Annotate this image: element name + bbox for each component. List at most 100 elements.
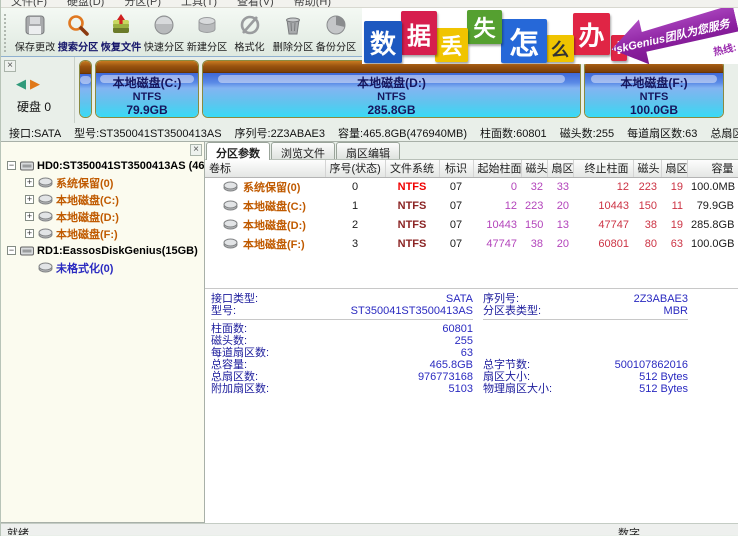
partition-block[interactable] bbox=[79, 60, 92, 118]
tree-expander[interactable]: − bbox=[7, 246, 16, 255]
recover-files-button[interactable]: 恢复文件 bbox=[99, 10, 142, 55]
table-cell: 20 bbox=[556, 199, 569, 212]
quick-partition-button[interactable]: 快速分区 bbox=[142, 10, 185, 55]
column-header[interactable]: 磁头 bbox=[521, 160, 548, 178]
prev-disk-arrow[interactable]: ◀ bbox=[16, 76, 30, 91]
details-label: 扇区大小: bbox=[483, 371, 531, 383]
banner-tile: 办 bbox=[573, 13, 610, 55]
tree-expander[interactable]: + bbox=[25, 212, 34, 221]
column-header[interactable]: 扇区 bbox=[661, 160, 688, 178]
tree-item[interactable]: + 本地磁盘(D:) bbox=[1, 208, 204, 225]
details-value: MBR bbox=[663, 305, 688, 317]
column-header[interactable]: 序号(状态) bbox=[325, 160, 386, 178]
menu-bar: 文件(F) 硬盘(D) 分区(P) 工具(T) 查看(V) 帮助(H) bbox=[1, 0, 738, 8]
column-header[interactable]: 扇区 bbox=[547, 160, 574, 178]
tree-expander[interactable]: + bbox=[25, 178, 34, 187]
tree-item[interactable]: − RD1:EassosDiskGenius(15GB) bbox=[1, 242, 204, 259]
menu-item[interactable]: 查看(V) bbox=[237, 0, 274, 7]
details-label: 磁头数: bbox=[211, 335, 248, 347]
table-row[interactable]: 本地磁盘(C:) 1 NTFS 07 12 223 20 10443 150 11 79.9GB bbox=[205, 196, 738, 215]
new-partition-label: 新建分区 bbox=[186, 42, 227, 54]
disk-info-segment: 每道扇区数:63 bbox=[627, 128, 698, 140]
partition-size: 285.8GB bbox=[367, 103, 416, 117]
column-header[interactable]: 磁头 bbox=[633, 160, 662, 178]
details-label: 分区表类型: bbox=[483, 305, 542, 317]
volume-label: 本地磁盘(F:) bbox=[243, 238, 305, 251]
tab-3[interactable]: 扇区编辑 bbox=[336, 142, 400, 160]
partition-block-top bbox=[96, 61, 198, 73]
search-partition-button[interactable]: 搜索分区 bbox=[56, 10, 99, 55]
column-header[interactable]: 文件系统 bbox=[385, 160, 440, 178]
disk-info-segment: 接口:SATA bbox=[9, 128, 62, 140]
tree-expander[interactable]: + bbox=[25, 195, 34, 204]
tree-item[interactable]: 未格式化(0) bbox=[1, 259, 204, 276]
details-value: 63 bbox=[460, 347, 473, 359]
tree-item[interactable]: + 本地磁盘(F:) bbox=[1, 225, 204, 242]
diskgenius-window: 文件(F) 硬盘(D) 分区(P) 工具(T) 查看(V) 帮助(H) 保存更改 搜索分区恢… bbox=[0, 0, 738, 536]
column-header[interactable]: 标识 bbox=[439, 160, 474, 178]
menu-item[interactable]: 分区(P) bbox=[124, 0, 161, 7]
column-header[interactable]: 卷标 bbox=[205, 160, 326, 178]
table-cell: 33 bbox=[556, 180, 569, 193]
table-row[interactable]: 系统保留(0) 0 NTFS 07 0 32 33 12 223 19 100.0MB bbox=[205, 177, 738, 196]
banner-tile: 失 bbox=[467, 10, 502, 44]
details-blank bbox=[483, 335, 688, 347]
partition-block[interactable]: 本地磁盘(D:) NTFS 285.8GB bbox=[202, 60, 581, 118]
column-header[interactable]: 起始柱面 bbox=[473, 160, 522, 178]
column-header[interactable]: 容量 bbox=[687, 160, 738, 178]
disk-info-line: 接口:SATA 型号:ST350041ST3500413AS 序列号:2Z3ABAE… bbox=[1, 123, 738, 141]
volume-label-cell: 本地磁盘(F:) bbox=[205, 234, 325, 253]
tab-2[interactable]: 浏览文件 bbox=[271, 142, 335, 160]
tree-item-label: 本地磁盘(C:) bbox=[56, 194, 119, 207]
new-partition-button[interactable]: 新建分区 bbox=[185, 10, 228, 55]
delete-partition-button[interactable]: 删除分区 bbox=[271, 10, 314, 55]
next-disk-arrow[interactable]: ▶ bbox=[30, 76, 44, 91]
disk-details-pane: 接口类型: SATA 型号: ST350041ST3500413AS 柱面数: 60801… bbox=[205, 288, 738, 395]
table-cell: 2 bbox=[351, 218, 359, 231]
table-cell: 0 bbox=[351, 180, 359, 193]
table-cell: 32 bbox=[530, 180, 543, 193]
table-cell: 223 bbox=[525, 199, 544, 212]
backup-partition-button[interactable]: 备份分区 bbox=[314, 10, 357, 55]
table-cell: 12 bbox=[504, 199, 517, 212]
details-label: 接口类型: bbox=[211, 293, 259, 305]
partition-block[interactable]: 本地磁盘(F:) NTFS 100.0GB bbox=[584, 60, 724, 118]
tree-item[interactable]: − HD0:ST350041ST3500413AS (46 bbox=[1, 157, 204, 174]
partition-icon bbox=[223, 238, 238, 252]
table-row[interactable]: 本地磁盘(D:) 2 NTFS 07 10443 150 13 47747 38 19 285.8G… bbox=[205, 215, 738, 234]
delete-partition-icon bbox=[280, 12, 306, 38]
tree-item[interactable]: + 系统保留(0) bbox=[1, 174, 204, 191]
tree-expander[interactable]: + bbox=[25, 229, 34, 238]
close-icon[interactable]: × bbox=[190, 144, 202, 156]
menu-item[interactable]: 帮助(H) bbox=[294, 0, 331, 7]
table-cell: 223 bbox=[638, 180, 657, 193]
banner-tile: 丢 bbox=[435, 28, 468, 62]
column-header[interactable]: 终止柱面 bbox=[573, 160, 634, 178]
close-icon[interactable]: × bbox=[4, 60, 16, 72]
save-changes-button[interactable]: 保存更改 bbox=[13, 10, 56, 55]
partition-name: 本地磁盘(C:) bbox=[112, 76, 182, 90]
partition-fs: NTFS bbox=[132, 91, 162, 103]
menu-item[interactable]: 文件(F) bbox=[11, 0, 47, 7]
disk-info-segment: 柱面数:60801 bbox=[480, 128, 547, 140]
details-row: 总字节数: 500107862016 bbox=[483, 359, 688, 371]
tab-1[interactable]: 分区参数 bbox=[206, 142, 270, 160]
tree-expander[interactable]: − bbox=[7, 161, 16, 170]
details-row: 附加扇区数: 5103 bbox=[211, 383, 473, 395]
partition-block-body: 本地磁盘(F:) NTFS 100.0GB bbox=[585, 73, 723, 117]
table-cell: 10443 bbox=[598, 199, 629, 212]
table-cell: 13 bbox=[556, 218, 569, 231]
menu-item[interactable]: 硬盘(D) bbox=[67, 0, 104, 7]
table-cell: 47747 bbox=[486, 237, 517, 250]
menu-item[interactable]: 工具(T) bbox=[181, 0, 217, 7]
table-cell: 10443 bbox=[486, 218, 517, 231]
table-row[interactable]: 本地磁盘(F:) 3 NTFS 07 47747 38 20 60801 80 63 100.0GB bbox=[205, 234, 738, 253]
partition-block[interactable]: 本地磁盘(C:) NTFS 79.9GB bbox=[95, 60, 199, 118]
details-row: 序列号: 2Z3ABAE3 bbox=[483, 293, 688, 305]
partition-fs: NTFS bbox=[639, 91, 669, 103]
details-blank bbox=[483, 347, 688, 359]
tree-item[interactable]: + 本地磁盘(C:) bbox=[1, 191, 204, 208]
promo-banner[interactable]: !办么怎失丢据数 DiskGenius团队为您服务 热线: bbox=[362, 8, 738, 64]
format-button[interactable]: 格式化 bbox=[228, 10, 271, 55]
volume-label-cell: 本地磁盘(C:) bbox=[205, 196, 325, 215]
